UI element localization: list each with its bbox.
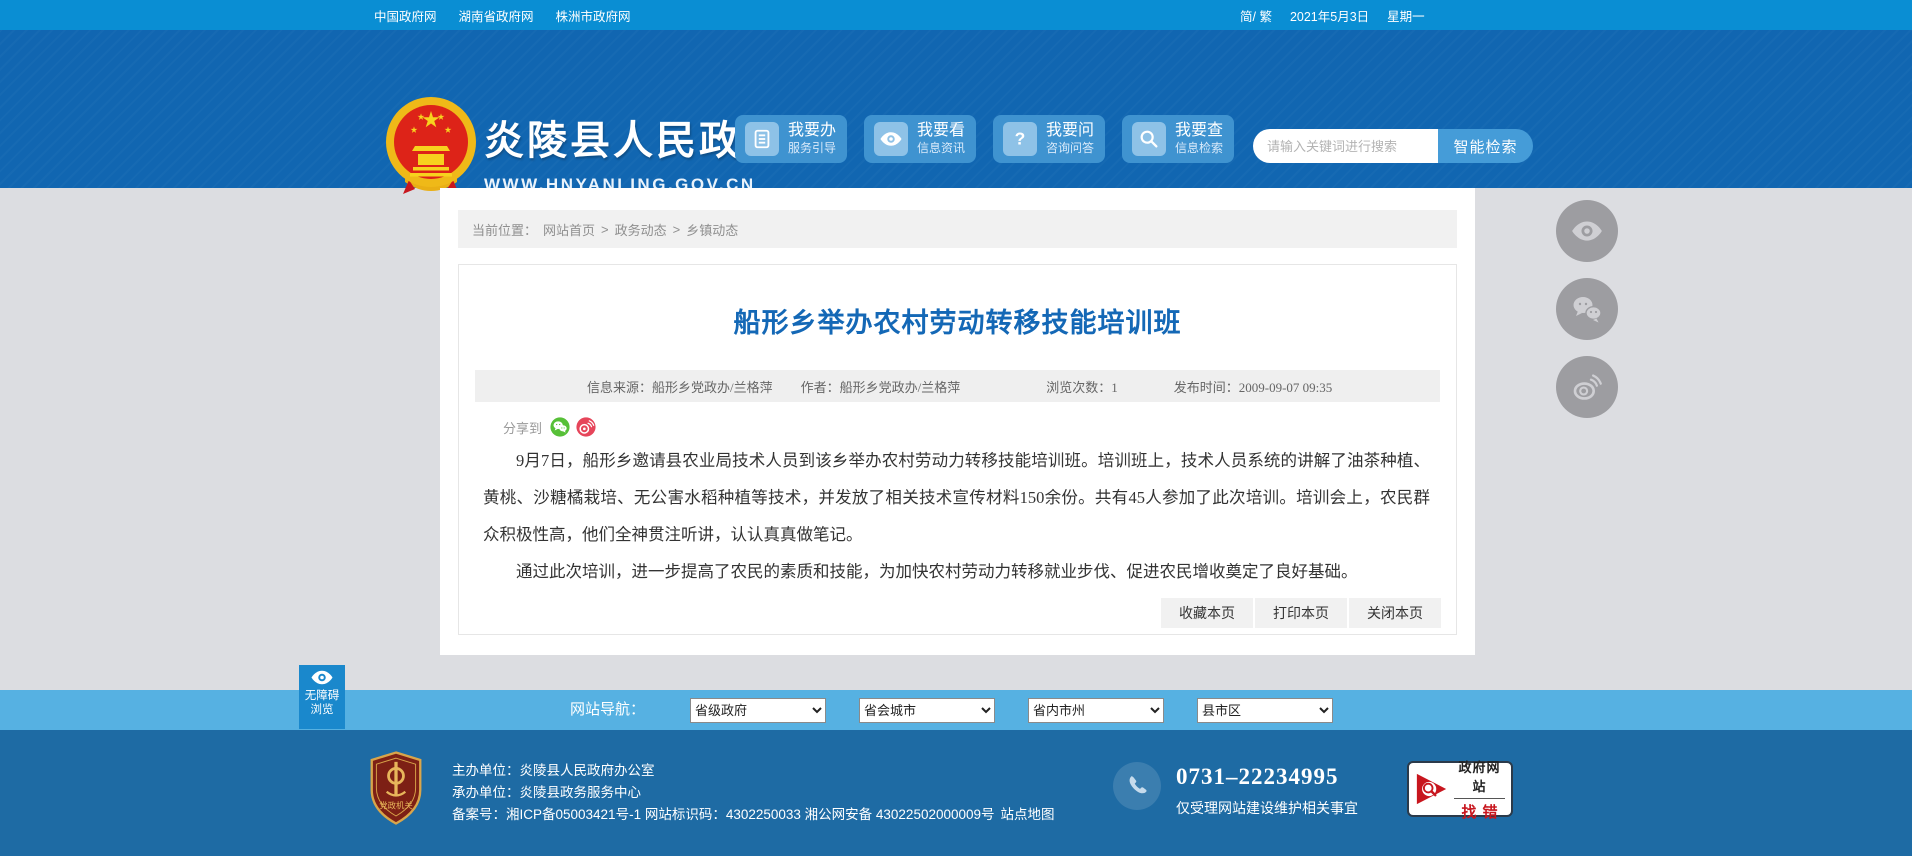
topbar: 中国政府网 湖南省政府网 株洲市政府网 简/ 繁 2021年5月3日 星期一: [0, 0, 1912, 30]
footer-record-number: 备案号：湘ICP备05003421号-1 网站标识码：4302250033 湘公…: [452, 807, 995, 822]
breadcrumb-township-news[interactable]: 乡镇动态: [686, 220, 738, 239]
weibo-share-tool[interactable]: [1556, 356, 1618, 418]
svg-text:?: ?: [1015, 129, 1026, 149]
footer: 党政机关 主办单位：炎陵县人民政府办公室 承办单位：炎陵县政务服务中心 备案号：…: [0, 730, 1912, 856]
accessibility-eye-tool[interactable]: [1556, 200, 1618, 262]
document-icon: [745, 122, 779, 156]
close-page-button[interactable]: 关闭本页: [1349, 598, 1441, 628]
side-toolbar: [1556, 200, 1618, 418]
article: 船形乡举办农村劳动转移技能培训班 信息来源：船形乡党政办/兰格萍 作者：船形乡党…: [458, 264, 1457, 635]
meta-author: 作者：船形乡党政办/兰格萍: [800, 379, 961, 395]
svg-text:党政机关: 党政机关: [379, 801, 413, 811]
topbar-weekday: 星期一: [1387, 9, 1425, 24]
accessibility-label-line1: 无障碍: [304, 690, 340, 702]
bottom-navbar: 无障碍 浏览 网站导航： 省级政府 省会城市 省内市州 县市区: [0, 665, 1912, 730]
breadcrumb-home[interactable]: 网站首页: [543, 220, 595, 239]
weibo-share-icon[interactable]: [576, 417, 596, 437]
footer-undertaker: 承办单位：炎陵县政务服务中心: [452, 785, 641, 800]
header: 炎陵县人民政府 WWW.HNYANLING.GOV.CN 我要办 服务引导 我要…: [0, 30, 1912, 194]
language-toggle[interactable]: 简/ 繁: [1240, 6, 1272, 25]
error-badge-text: 政府网站 找错: [1454, 757, 1505, 822]
national-emblem-logo: [386, 97, 476, 194]
topbar-date: 2021年5月3日: [1289, 9, 1370, 24]
breadcrumb-separator: >: [601, 221, 609, 237]
search-icon: [1132, 122, 1166, 156]
error-report-icon: [1416, 773, 1447, 805]
breadcrumb-separator: >: [672, 221, 681, 237]
wechat-share-icon[interactable]: [550, 417, 570, 437]
weibo-icon: [1573, 374, 1602, 400]
service-button-view[interactable]: 我要看 信息资讯: [864, 115, 976, 163]
eye-icon: [311, 670, 333, 685]
meta-views: 浏览次数：1: [1046, 379, 1118, 395]
service-button-label: 我要办 服务引导: [788, 121, 837, 156]
service-buttons: 我要办 服务引导 我要看 信息资讯 ? 我要问 咨询问答 我要查 信息检索: [735, 115, 1234, 163]
nav-select-province-cities[interactable]: 省内市州: [1028, 698, 1164, 723]
share-label: 分享到: [503, 420, 543, 436]
content-area: 当前位置： 网站首页 > 政务动态 > 乡镇动态 船形乡举办农村劳动转移技能培训…: [440, 188, 1475, 655]
accessibility-browse-button[interactable]: 无障碍 浏览: [299, 665, 345, 729]
meta-source: 信息来源：船形乡党政办/兰格萍: [587, 379, 773, 395]
topbar-link-hunan-gov[interactable]: 湖南省政府网: [459, 6, 534, 25]
print-page-button[interactable]: 打印本页: [1255, 598, 1347, 628]
sitemap-link[interactable]: 站点地图: [1001, 807, 1055, 822]
bookmark-page-button[interactable]: 收藏本页: [1161, 598, 1253, 628]
search-input[interactable]: [1253, 129, 1438, 163]
topbar-links: 中国政府网 湖南省政府网 株洲市政府网: [374, 0, 631, 30]
article-paragraph: 9月7日，船形乡邀请县农业局技术人员到该乡举办农村劳动力转移技能培训班。培训班上…: [483, 451, 1430, 544]
article-actions: 收藏本页 打印本页 关闭本页: [1161, 598, 1441, 628]
nav-select-provincial-gov[interactable]: 省级政府: [690, 698, 826, 723]
site-navigation-selects: 省级政府 省会城市 省内市州 县市区: [690, 698, 1333, 723]
page: 中国政府网 湖南省政府网 株洲市政府网 简/ 繁 2021年5月3日 星期一 炎…: [0, 0, 1912, 856]
footer-info: 主办单位：炎陵县人民政府办公室 承办单位：炎陵县政务服务中心 备案号：湘ICP备…: [452, 760, 1055, 826]
nav-select-capital-cities[interactable]: 省会城市: [859, 698, 995, 723]
phone-icon: [1129, 776, 1147, 794]
service-button-label: 我要查 信息检索: [1175, 121, 1224, 156]
meta-publish-time: 发布时间：2009-09-07 09:35: [1173, 379, 1333, 395]
gov-site-error-report-badge[interactable]: 政府网站 找错: [1407, 760, 1513, 821]
breadcrumb-news[interactable]: 政务动态: [615, 220, 667, 239]
service-button-apply[interactable]: 我要办 服务引导: [735, 115, 847, 163]
footer-record-line: 备案号：湘ICP备05003421号-1 网站标识码：4302250033 湘公…: [452, 804, 1055, 826]
share-row: 分享到: [503, 416, 1456, 438]
eye-icon: [874, 122, 908, 156]
service-button-ask[interactable]: ? 我要问 咨询问答: [993, 115, 1105, 163]
footer-phone-note: 仅受理网站建设维护相关事宜: [1176, 800, 1358, 816]
breadcrumb-label: 当前位置：: [472, 222, 538, 238]
topbar-right: 简/ 繁 2021年5月3日 星期一: [1240, 0, 1425, 30]
wechat-icon: [1573, 297, 1602, 323]
breadcrumb: 当前位置： 网站首页 > 政务动态 > 乡镇动态: [458, 210, 1457, 248]
service-button-label: 我要看 信息资讯: [917, 121, 966, 156]
search-bar: 智能检索: [1253, 129, 1533, 163]
wechat-share-tool[interactable]: [1556, 278, 1618, 340]
topbar-link-china-gov[interactable]: 中国政府网: [374, 6, 437, 25]
article-title: 船形乡举办农村劳动转移技能培训班: [733, 308, 1182, 338]
phone-circle: [1113, 762, 1161, 810]
topbar-link-zhuzhou-gov[interactable]: 株洲市政府网: [556, 6, 631, 25]
article-paragraph: 通过此次培训，进一步提高了农民的素质和技能，为加快农村劳动力转移就业步伐、促进农…: [516, 562, 1358, 581]
footer-phone-number: 0731–22234995: [1176, 764, 1339, 789]
article-meta: 信息来源：船形乡党政办/兰格萍 作者：船形乡党政办/兰格萍 浏览次数：1 发布时…: [475, 370, 1440, 402]
footer-organizer: 主办单位：炎陵县人民政府办公室: [452, 763, 655, 778]
site-navigation-label: 网站导航：: [570, 701, 646, 718]
accessibility-label-line2: 浏览: [310, 704, 334, 716]
nav-select-county-districts[interactable]: 县市区: [1197, 698, 1333, 723]
service-button-label: 我要问 咨询问答: [1046, 121, 1095, 156]
service-button-search[interactable]: 我要查 信息检索: [1122, 115, 1234, 163]
party-gov-badge[interactable]: 党政机关: [368, 750, 424, 826]
article-body: 9月7日，船形乡邀请县农业局技术人员到该乡举办农村劳动力转移技能培训班。培训班上…: [483, 442, 1430, 590]
eye-icon: [1572, 221, 1602, 241]
smart-search-button[interactable]: 智能检索: [1438, 129, 1533, 163]
question-icon: ?: [1003, 122, 1037, 156]
